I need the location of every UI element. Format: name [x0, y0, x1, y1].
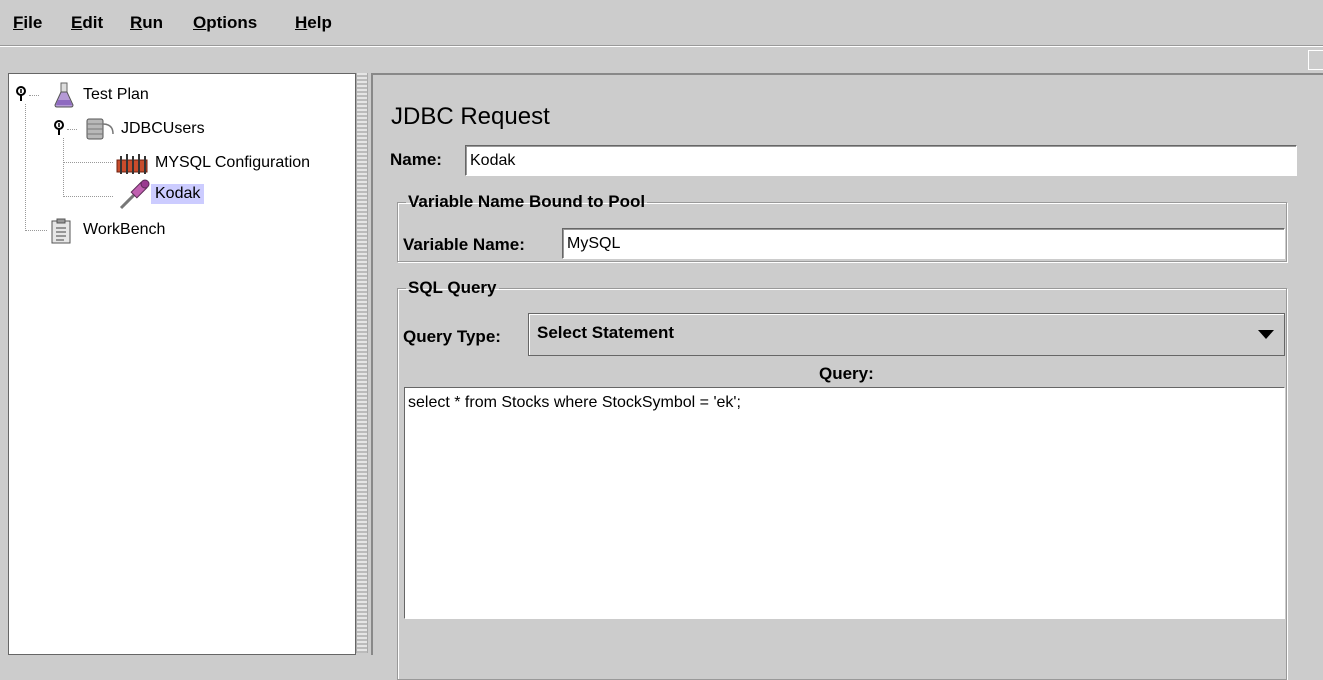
tree-connector	[63, 196, 113, 197]
menu-options[interactable]: Options	[193, 13, 257, 33]
menu-edit[interactable]: Edit	[71, 13, 103, 33]
menu-help-mnemonic: H	[295, 13, 308, 32]
sql-query-group-label: SQL Query	[408, 278, 497, 297]
query-type-selected: Select Statement	[537, 323, 674, 342]
menu-file-mnemonic: F	[13, 13, 24, 32]
menu-edit-label: dit	[82, 13, 104, 32]
tree-expand-toggle-icon[interactable]	[15, 86, 27, 102]
chevron-down-icon	[1258, 330, 1274, 339]
menu-options-label: ptions	[206, 13, 258, 32]
menu-help-label: elp	[307, 13, 332, 32]
tree-node-kodak[interactable]: Kodak	[151, 184, 205, 204]
tree-connector	[67, 129, 77, 130]
menu-options-mnemonic: O	[193, 13, 207, 32]
thread-group-icon	[85, 116, 115, 146]
variable-name-label: Variable Name:	[403, 235, 525, 254]
menu-file-label: ile	[23, 13, 43, 32]
menu-help[interactable]: Help	[295, 13, 332, 33]
menu-run-mnemonic: R	[130, 13, 143, 32]
query-label: Query:	[819, 364, 874, 383]
menu-edit-mnemonic: E	[71, 13, 83, 32]
sampler-pipette-icon	[117, 178, 151, 216]
menu-run-label: un	[142, 13, 164, 32]
window-corner-control[interactable]	[1308, 50, 1323, 70]
menu-bar: File Edit Run Options Help	[0, 0, 1323, 46]
name-label: Name:	[390, 150, 442, 169]
menu-file[interactable]: File	[13, 13, 42, 33]
tree-node-mysql-configuration[interactable]: MYSQL Configuration	[155, 154, 310, 172]
menu-run[interactable]: Run	[130, 13, 163, 33]
page-title: JDBC Request	[391, 103, 550, 130]
query-text-area[interactable]: select * from Stocks where StockSymbol =…	[404, 387, 1285, 619]
tree-connector	[63, 138, 64, 197]
name-field[interactable]	[465, 145, 1297, 176]
toolbar-strip	[0, 46, 1323, 73]
tree-expand-toggle-icon[interactable]	[53, 120, 65, 136]
query-type-label: Query Type:	[403, 327, 501, 346]
beaker-icon	[53, 82, 75, 112]
tree-node-workbench[interactable]: WorkBench	[83, 221, 165, 239]
tree-connector	[25, 104, 26, 231]
tree-connector	[25, 230, 47, 231]
test-tree-panel: Test Plan JDBCUsers MYSQL Configuration …	[8, 73, 356, 655]
variable-name-field[interactable]	[562, 228, 1285, 259]
tree-connector	[63, 162, 113, 163]
tree-connector	[29, 95, 39, 96]
config-element-icon	[115, 150, 149, 180]
tree-node-jdbcusers[interactable]: JDBCUsers	[121, 120, 205, 138]
workbench-clipboard-icon	[49, 218, 73, 248]
query-type-dropdown[interactable]: Select Statement	[528, 313, 1285, 356]
panel-splitter[interactable]	[356, 73, 368, 653]
variable-name-group-label: Variable Name Bound to Pool	[408, 192, 646, 211]
tree-node-test-plan[interactable]: Test Plan	[83, 86, 149, 104]
jdbc-request-panel: JDBC Request Name: Variable Name Bound t…	[371, 73, 1323, 680]
